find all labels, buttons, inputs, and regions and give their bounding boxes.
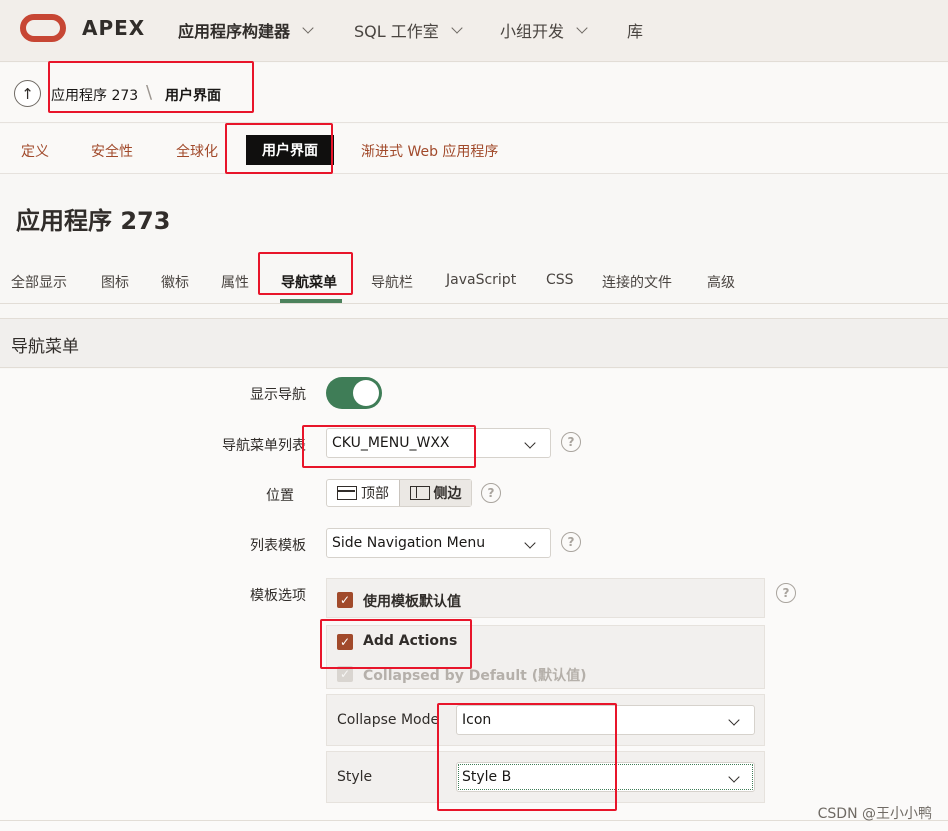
- position-side-label: 侧边: [433, 486, 462, 502]
- active-subtab-indicator: [280, 299, 342, 303]
- position-label: 位置: [266, 488, 294, 504]
- help-icon[interactable]: ?: [481, 483, 501, 503]
- chevron-down-icon: [302, 21, 314, 34]
- chevron-down-icon: [728, 771, 740, 783]
- subtab-advanced[interactable]: 高级: [707, 272, 735, 292]
- subtab-icons[interactable]: 图标: [101, 272, 129, 292]
- subtab-attributes[interactable]: 属性: [221, 272, 249, 292]
- tab-pwa[interactable]: 渐进式 Web 应用程序: [361, 141, 498, 161]
- nav-team-development[interactable]: 小组开发: [500, 18, 588, 42]
- nav-gallery[interactable]: 库: [627, 18, 643, 42]
- nav-sql-workshop[interactable]: SQL 工作室: [354, 18, 463, 42]
- annotation-box: [48, 61, 254, 113]
- region-title: 导航菜单: [11, 337, 79, 357]
- position-top-option[interactable]: 顶部: [327, 480, 399, 506]
- annotation-box: [302, 425, 476, 468]
- annotation-box: [258, 252, 353, 295]
- apex-logo-text[interactable]: APEX: [82, 16, 145, 40]
- help-icon[interactable]: ?: [561, 532, 581, 552]
- watermark: CSDN @王小小鸭: [817, 806, 932, 822]
- list-template-value: Side Navigation Menu: [332, 535, 486, 551]
- subtab-divider: [0, 303, 948, 304]
- up-arrow-icon[interactable]: ↑: [14, 80, 41, 107]
- annotation-box: [437, 703, 617, 811]
- subtab-linked-files[interactable]: 连接的文件: [602, 272, 672, 292]
- top-layout-icon: [337, 486, 357, 500]
- position-radio-group: 顶部 侧边: [326, 479, 472, 507]
- subtab-javascript[interactable]: JavaScript: [446, 272, 516, 288]
- region-header: [0, 318, 948, 368]
- style-label: Style: [337, 769, 373, 785]
- list-template-select[interactable]: Side Navigation Menu: [326, 528, 551, 558]
- collapse-mode-label: Collapse Mode: [337, 712, 440, 728]
- chevron-down-icon: [728, 714, 740, 726]
- oracle-logo-icon[interactable]: [20, 14, 66, 42]
- chevron-down-icon: [524, 537, 536, 549]
- show-nav-label: 显示导航: [250, 387, 306, 403]
- list-template-label: 列表模板: [250, 538, 306, 554]
- tab-definition[interactable]: 定义: [21, 141, 49, 161]
- nav-sql-workshop-label: SQL 工作室: [354, 22, 439, 41]
- position-side-option[interactable]: 侧边: [399, 480, 471, 506]
- subtab-logo[interactable]: 徽标: [161, 272, 189, 292]
- subtab-navigation-bar[interactable]: 导航栏: [371, 272, 413, 292]
- page-title: 应用程序 273: [16, 207, 171, 235]
- side-layout-icon: [409, 486, 430, 500]
- annotation-box: [225, 123, 333, 174]
- subtab-show-all[interactable]: 全部显示: [11, 272, 67, 292]
- chevron-down-icon: [524, 437, 536, 449]
- help-icon[interactable]: ?: [561, 432, 581, 452]
- subtab-css[interactable]: CSS: [546, 272, 574, 288]
- nav-gallery-label: 库: [627, 22, 644, 41]
- nav-app-builder[interactable]: 应用程序构建器: [178, 18, 314, 42]
- template-options-label: 模板选项: [250, 588, 306, 604]
- annotation-box: [320, 619, 472, 669]
- chevron-down-icon: [451, 21, 463, 34]
- use-template-defaults-checkbox[interactable]: ✓: [337, 592, 353, 608]
- menu-list-label: 导航菜单列表: [222, 438, 306, 454]
- use-template-defaults-label[interactable]: 使用模板默认值: [363, 591, 461, 611]
- tab-globalization[interactable]: 全球化: [176, 141, 218, 161]
- nav-team-development-label: 小组开发: [500, 22, 565, 41]
- help-icon[interactable]: ?: [776, 583, 796, 603]
- chevron-down-icon: [576, 21, 588, 34]
- toggle-knob: [353, 380, 379, 406]
- position-top-label: 顶部: [361, 486, 389, 502]
- tab-security[interactable]: 安全性: [91, 141, 133, 161]
- nav-app-builder-label: 应用程序构建器: [178, 22, 291, 41]
- region-bottom-border: [0, 820, 948, 821]
